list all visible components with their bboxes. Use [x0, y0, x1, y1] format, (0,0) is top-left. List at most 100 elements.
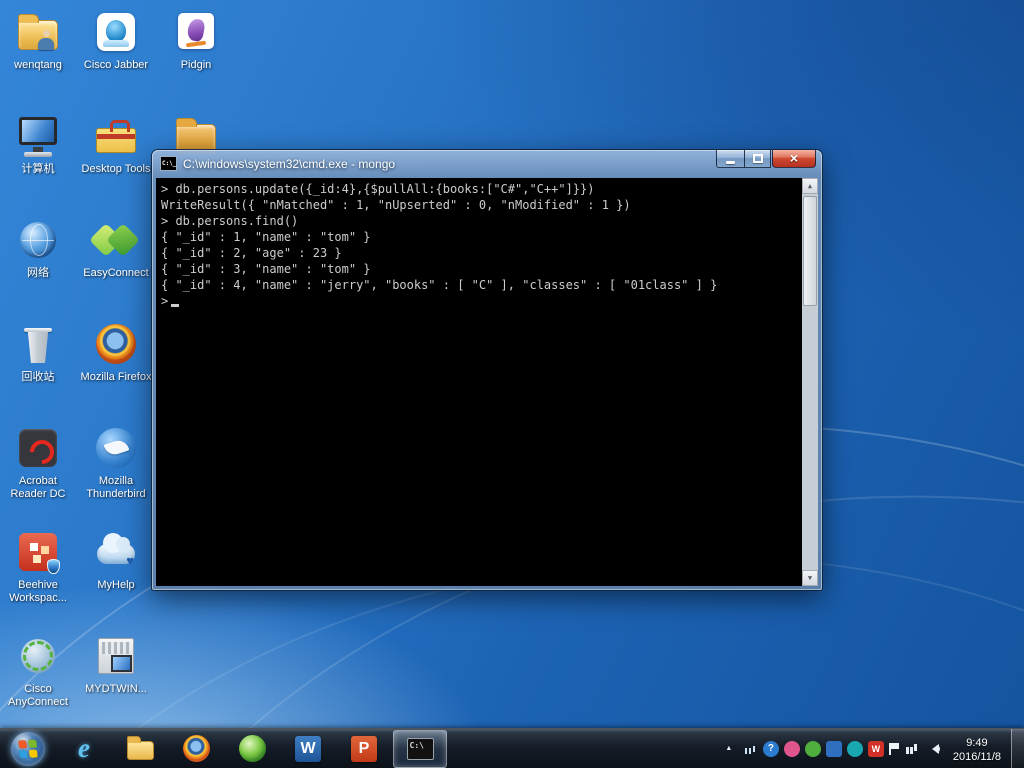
console-line: > db.persons.update({_id:4},{$pullAll:{b… — [161, 182, 595, 196]
taskbar-tray-zone: 9:49 2016/11/8 — [713, 728, 1024, 768]
taskbar-clock[interactable]: 9:49 2016/11/8 — [949, 734, 1011, 764]
desktop-icon-label: Acrobat Reader DC — [10, 475, 66, 500]
taskbar: e W P C:\ 9:49 2016/11/8 — [0, 728, 1024, 768]
clock-date: 2016/11/8 — [952, 750, 1001, 763]
show-desktop-button[interactable] — [1011, 728, 1024, 768]
console-line: { "_id" : 3, "name" : "tom" } — [161, 262, 371, 276]
taskbar-powerpoint-button[interactable]: P — [337, 730, 391, 768]
action-center-flag-icon[interactable] — [888, 742, 899, 755]
taskbar-cmd-button-active[interactable]: C:\ — [393, 729, 447, 768]
desktop-icon-computer[interactable]: 计算机 — [0, 112, 76, 176]
taskbar-explorer-button[interactable] — [113, 730, 167, 768]
internet-explorer-icon: e — [78, 733, 90, 763]
thunderbird-icon — [92, 424, 140, 472]
windows-flag-icon — [18, 738, 38, 759]
desktop-icon-thunderbird[interactable]: Mozilla Thunderbird — [78, 424, 154, 501]
teal-app-tray-icon[interactable] — [846, 740, 863, 757]
cloud-icon — [92, 528, 140, 576]
taskbar-word-button[interactable]: W — [281, 730, 335, 768]
network-tray-icon[interactable] — [904, 741, 920, 757]
desktop-icon-label: 计算机 — [21, 163, 55, 175]
console-line: { "_id" : 4, "name" : "jerry", "books" :… — [161, 278, 718, 292]
window-caption-buttons — [716, 150, 816, 168]
start-button[interactable] — [0, 731, 56, 766]
toolbox-icon — [92, 112, 140, 160]
windows-explorer-icon — [126, 736, 154, 760]
desktop-icon-acrobat-reader[interactable]: Acrobat Reader DC — [0, 424, 76, 501]
clock-time: 9:49 — [966, 736, 988, 749]
firefox-icon — [182, 735, 210, 762]
user-folder-icon — [14, 8, 62, 56]
desktop-icon-label: MYDTWIN... — [85, 683, 147, 695]
maximize-button[interactable] — [744, 150, 771, 168]
desktop-icon-cisco-anyconnect[interactable]: Cisco AnyConnect — [0, 632, 76, 709]
hidden-icons-button[interactable] — [721, 741, 737, 757]
easyconnect-arrows-icon — [89, 216, 140, 264]
desktop-icon-network[interactable]: 网络 — [0, 216, 76, 280]
desktop-icon-label: Mozilla Firefox — [80, 371, 152, 383]
powerpoint-icon: P — [351, 735, 377, 762]
blue-app-tray-icon[interactable] — [825, 740, 842, 757]
help-tray-icon[interactable] — [762, 740, 779, 757]
console-line: { "_id" : 1, "name" : "tom" } — [161, 230, 371, 244]
console-prompt-line: > — [161, 293, 796, 309]
window-titlebar[interactable]: C:\windows\system32\cmd.exe - mongo — [152, 150, 822, 177]
scroll-up-button[interactable] — [802, 178, 818, 194]
desktop-icon-label: wenqtang — [14, 59, 62, 71]
firefox-icon — [92, 320, 140, 368]
scroll-down-button[interactable] — [802, 570, 818, 586]
cmd-window: C:\windows\system32\cmd.exe - mongo > db… — [152, 150, 822, 590]
desktop-icon-wenqtang[interactable]: wenqtang — [0, 8, 76, 72]
desktop-icon-myhelp[interactable]: MyHelp — [78, 528, 154, 592]
maximize-icon — [752, 154, 763, 163]
desktop-icon-beehive-workspaces[interactable]: Beehive Workspac... — [0, 528, 76, 605]
desktop-icon-label: Cisco Jabber — [83, 59, 149, 71]
heart-icon — [126, 553, 134, 568]
resource-meter-tray-icon[interactable] — [742, 741, 758, 757]
desktop-icon-easyconnect[interactable]: EasyConnect — [78, 216, 154, 280]
close-button[interactable] — [772, 150, 816, 168]
desktop-icon-label: Beehive Workspac... — [9, 579, 67, 604]
desktop-icon-label: MyHelp — [97, 579, 135, 591]
windows-start-orb-icon — [11, 731, 45, 766]
antivirus-tray-icon[interactable] — [867, 740, 884, 757]
jabber-icon — [92, 8, 140, 56]
desktop-icon-label: Pidgin — [180, 59, 212, 71]
text-cursor — [171, 304, 180, 307]
scrollbar-thumb[interactable] — [803, 196, 817, 306]
desktop-icon-firefox[interactable]: Mozilla Firefox — [78, 320, 154, 384]
volume-tray-icon[interactable] — [925, 741, 941, 757]
desktop-icon-label: 网络 — [27, 267, 49, 279]
taskbar-internet-explorer-button[interactable]: e — [57, 730, 111, 768]
taskbar-firefox-button[interactable] — [169, 730, 223, 768]
computer-icon — [14, 112, 62, 160]
desktop-icon-mydtwin[interactable]: MYDTWIN... — [78, 632, 154, 696]
console-line: > db.persons.find() — [161, 214, 299, 228]
minimize-icon — [726, 160, 735, 164]
window-title: C:\windows\system32\cmd.exe - mongo — [183, 156, 396, 171]
desktop-icon-label: EasyConnect — [83, 267, 149, 279]
shield-overlay-icon — [47, 559, 60, 574]
desktop-icon-cisco-jabber[interactable]: Cisco Jabber — [78, 8, 154, 72]
network-globe-icon — [14, 216, 62, 264]
easyconnect-tray-icon[interactable] — [804, 740, 821, 757]
pidgin-icon — [172, 8, 220, 56]
pink-app-tray-icon[interactable] — [783, 740, 800, 757]
anyconnect-globe-icon — [14, 632, 62, 680]
minimize-button[interactable] — [716, 150, 744, 168]
console-output[interactable]: > db.persons.update({_id:4},{$pullAll:{b… — [156, 178, 818, 586]
acrobat-reader-icon — [14, 424, 62, 472]
desktop-icon-desktop-tools[interactable]: Desktop Tools — [78, 112, 154, 176]
console-line: WriteResult({ "nMatched" : 1, "nUpserted… — [161, 198, 631, 212]
beehive-icon — [14, 528, 62, 576]
desktop-icon-recycle-bin[interactable]: 回收站 — [0, 320, 76, 384]
desktop-icon-label: Desktop Tools — [81, 163, 151, 175]
close-icon — [790, 150, 798, 168]
word-icon: W — [295, 735, 321, 762]
desktop-icon-pidgin[interactable]: Pidgin — [158, 8, 234, 72]
taskbar-green-browser-button[interactable] — [225, 730, 279, 768]
console-prompt: > — [161, 294, 169, 308]
console-scrollbar[interactable] — [802, 178, 818, 586]
console-line: { "_id" : 2, "age" : 23 } — [161, 246, 342, 260]
green-browser-icon — [238, 735, 266, 762]
